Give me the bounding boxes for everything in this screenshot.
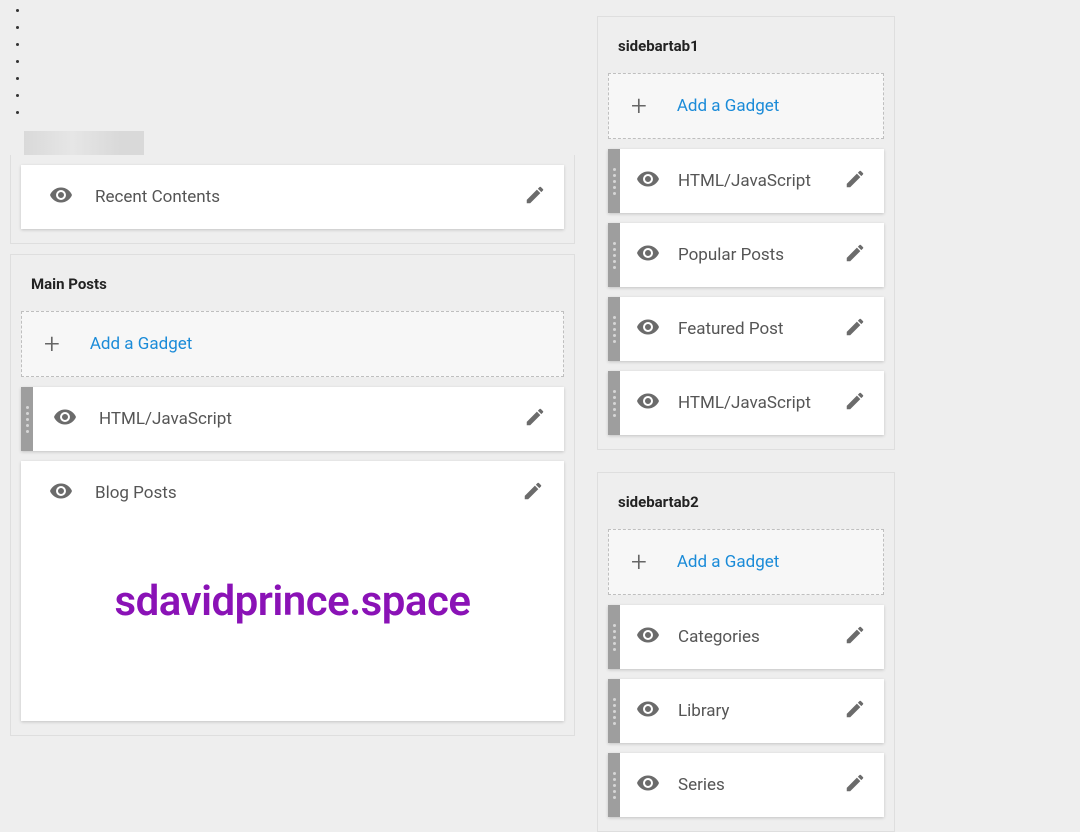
loading-skeleton [24, 131, 144, 155]
visibility-icon[interactable] [636, 389, 660, 417]
widget-item: Popular Posts [608, 223, 884, 287]
nav-dot [28, 19, 585, 36]
add-gadget-button[interactable]: + Add a Gadget [21, 311, 564, 377]
widget-blog-posts: Blog Posts sdavidprince.space [21, 461, 564, 721]
add-gadget-label: Add a Gadget [677, 96, 779, 116]
nav-dot [28, 36, 585, 53]
visibility-icon[interactable] [636, 771, 660, 799]
visibility-icon[interactable] [49, 479, 73, 507]
widget-title: Popular Posts [678, 245, 816, 265]
widget-item: Categories [608, 605, 884, 669]
edit-icon[interactable] [522, 480, 544, 506]
section-title: sidebartab1 [608, 27, 884, 73]
edit-icon[interactable] [826, 168, 884, 194]
right-column: sidebartab1 + Add a Gadget HTML/JavaScri… [597, 0, 895, 832]
section-main-posts: Main Posts + Add a Gadget HTML/JavaScrip… [10, 254, 575, 736]
drag-handle-icon[interactable] [21, 387, 33, 451]
drag-handle-icon[interactable] [608, 753, 620, 817]
drag-handle-icon[interactable] [608, 371, 620, 435]
add-gadget-label: Add a Gadget [677, 552, 779, 572]
visibility-icon[interactable] [636, 697, 660, 725]
nav-dot [28, 53, 585, 70]
widget-item: Series [608, 753, 884, 817]
widget-title: Categories [678, 627, 816, 647]
visibility-icon[interactable] [636, 241, 660, 269]
drag-handle-icon[interactable] [608, 223, 620, 287]
nav-dot [28, 70, 585, 87]
widget-title: HTML/JavaScript [678, 393, 816, 413]
add-gadget-button[interactable]: + Add a Gadget [608, 73, 884, 139]
plus-icon: + [631, 92, 647, 120]
widget-item: Featured Post [608, 297, 884, 361]
widget-title: HTML/JavaScript [99, 409, 486, 429]
edit-icon[interactable] [826, 316, 884, 342]
nav-dot [28, 2, 585, 19]
widget-title: Blog Posts [95, 483, 500, 503]
drag-handle-icon[interactable] [608, 297, 620, 361]
visibility-icon[interactable] [636, 167, 660, 195]
edit-icon[interactable] [506, 406, 564, 432]
section-sidebartab1: sidebartab1 + Add a Gadget HTML/JavaScri… [597, 16, 895, 450]
left-column: Recent Contents Main Posts + Add a Gadge… [0, 0, 585, 832]
section-recent: Recent Contents [10, 155, 575, 244]
section-title: Main Posts [21, 265, 564, 311]
plus-icon: + [44, 330, 60, 358]
widget-item: HTML/JavaScript [608, 371, 884, 435]
section-sidebartab2: sidebartab2 + Add a Gadget Categories Li… [597, 472, 895, 832]
widget-title: Library [678, 701, 816, 721]
drag-handle-icon[interactable] [608, 605, 620, 669]
nav-dot [28, 104, 585, 121]
edit-icon[interactable] [826, 242, 884, 268]
nav-indicator-list [0, 2, 585, 121]
visibility-icon[interactable] [636, 623, 660, 651]
widget-title: Featured Post [678, 319, 816, 339]
edit-icon[interactable] [826, 390, 884, 416]
add-gadget-button[interactable]: + Add a Gadget [608, 529, 884, 595]
widget-title: Recent Contents [95, 187, 486, 207]
layout-workspace: Recent Contents Main Posts + Add a Gadge… [0, 0, 895, 832]
widget-item: Library [608, 679, 884, 743]
visibility-icon[interactable] [53, 405, 77, 433]
drag-handle-icon[interactable] [608, 679, 620, 743]
drag-handle-icon[interactable] [608, 149, 620, 213]
watermark-text: sdavidprince.space [21, 577, 564, 626]
plus-icon: + [631, 548, 647, 576]
section-title: sidebartab2 [608, 483, 884, 529]
widget-title: Series [678, 775, 816, 795]
widget-title: HTML/JavaScript [678, 171, 816, 191]
edit-icon[interactable] [826, 698, 884, 724]
add-gadget-label: Add a Gadget [90, 334, 192, 354]
edit-icon[interactable] [506, 184, 564, 210]
edit-icon[interactable] [826, 624, 884, 650]
visibility-icon[interactable] [636, 315, 660, 343]
edit-icon[interactable] [826, 772, 884, 798]
widget-recent-contents: Recent Contents [21, 165, 564, 229]
widget-html-js: HTML/JavaScript [21, 387, 564, 451]
nav-dot [28, 87, 585, 104]
widget-item: HTML/JavaScript [608, 149, 884, 213]
visibility-icon[interactable] [49, 183, 73, 211]
